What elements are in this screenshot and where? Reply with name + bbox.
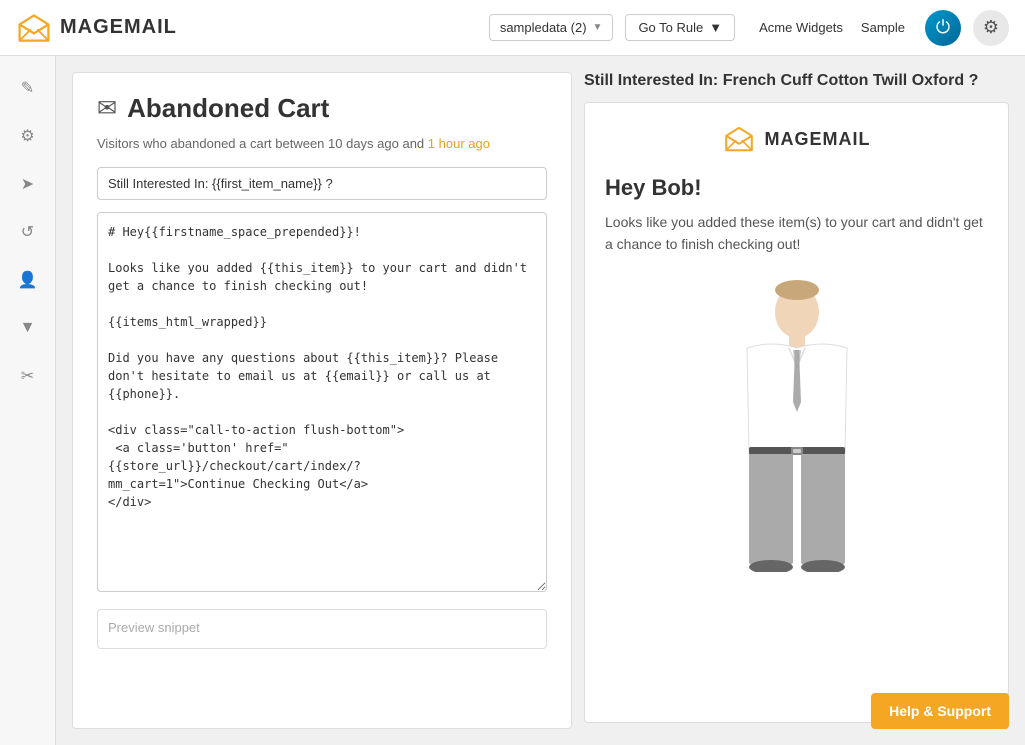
sidebar-item-send[interactable]: ➤ [8,164,48,204]
email-preview: MAGEMAIL Hey Bob! Looks like you added t… [584,102,1009,723]
subject-input[interactable] [97,167,547,200]
power-icon: ⏻ [936,17,950,38]
sidebar-item-user[interactable]: 👤 [8,260,48,300]
preview-image [605,272,988,572]
preview-snippet-label: Preview snippet [108,620,200,635]
filter-icon: ▼ [20,319,36,337]
page-title: Abandoned Cart [127,93,329,124]
tool-icon: ✂ [21,366,34,386]
logo-area: MAGEMAIL [16,10,177,46]
content-area: ✉ Abandoned Cart Visitors who abandoned … [56,56,1025,745]
body-textarea[interactable]: # Hey{{firstname_space_prepended}}! Look… [97,212,547,592]
logo-text: MAGEMAIL [60,16,177,39]
chevron-down-icon: ▼ [593,22,603,33]
go-to-rule-button[interactable]: Go To Rule ▼ [625,14,735,41]
preview-body-text: Looks like you added these item(s) to yo… [605,211,988,256]
sample-data-dropdown[interactable]: sampledata (2) ▼ [489,14,614,41]
left-panel: ✉ Abandoned Cart Visitors who abandoned … [72,72,572,729]
preview-greeting: Hey Bob! [605,175,988,201]
settings-button[interactable]: ⚙ [973,10,1009,46]
subtitle-link[interactable]: 1 hour ago [428,136,490,151]
refresh-icon: ↺ [21,222,34,242]
mail-icon: ✉ [97,94,117,123]
gear-icon: ⚙ [983,17,999,38]
preview-snippet-box: Preview snippet [97,609,547,649]
main-layout: ✎ ⚙ ➤ ↺ 👤 ▼ ✂ ✉ Abandoned Cart [0,56,1025,745]
logo-icon [16,10,52,46]
company-name: Acme Widgets [759,20,843,35]
preview-logo-text: MAGEMAIL [765,129,871,150]
preview-logo-area: MAGEMAIL [605,123,988,155]
help-support-button[interactable]: Help & Support [871,693,1009,729]
sidebar: ✎ ⚙ ➤ ↺ 👤 ▼ ✂ [0,56,56,745]
sidebar-item-filter[interactable]: ▼ [8,308,48,348]
subtitle: Visitors who abandoned a cart between 10… [97,136,547,151]
sidebar-item-refresh[interactable]: ↺ [8,212,48,252]
user-icon: 👤 [18,270,38,290]
user-name: Sample [861,20,905,35]
sidebar-item-edit[interactable]: ✎ [8,68,48,108]
sidebar-item-tool[interactable]: ✂ [8,356,48,396]
preview-logo-icon [723,123,755,155]
settings-icon: ⚙ [20,126,34,146]
preview-title: Still Interested In: French Cuff Cotton … [584,72,1009,90]
page-header: ✉ Abandoned Cart [97,93,547,124]
send-icon: ➤ [21,174,34,194]
chevron-down-icon: ▼ [709,20,722,35]
header: MAGEMAIL sampledata (2) ▼ Go To Rule ▼ A… [0,0,1025,56]
power-button[interactable]: ⏻ [925,10,961,46]
right-panel: Still Interested In: French Cuff Cotton … [584,72,1009,729]
sidebar-item-settings[interactable]: ⚙ [8,116,48,156]
edit-icon: ✎ [21,78,34,98]
